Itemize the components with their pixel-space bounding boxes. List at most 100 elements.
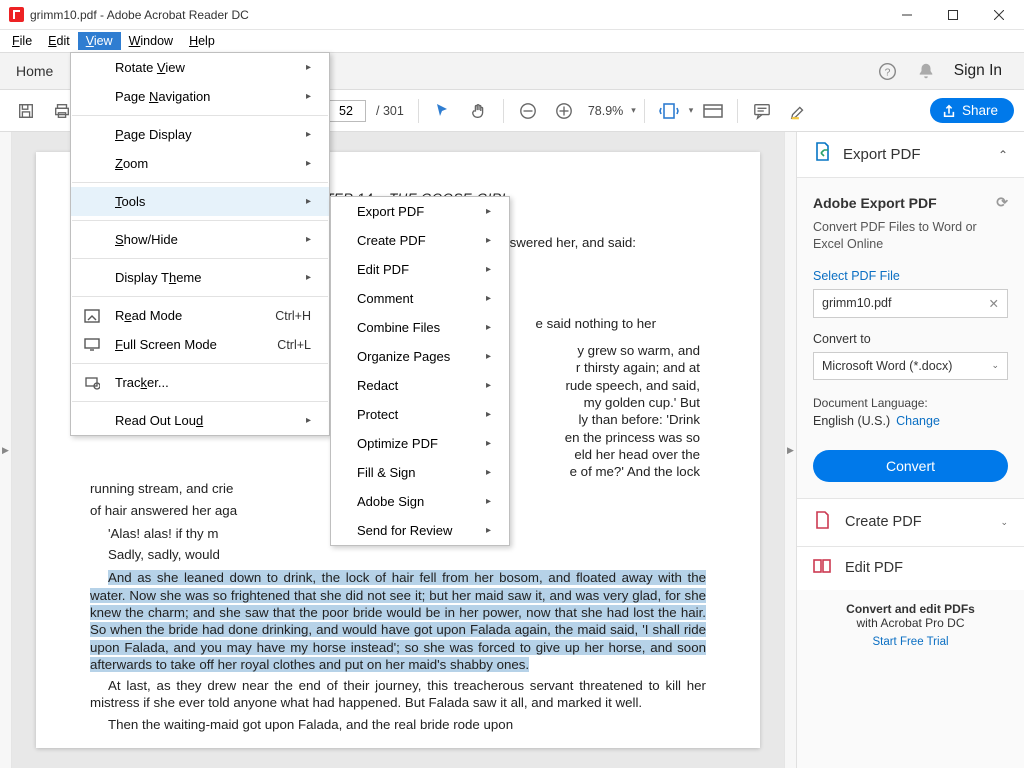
create-pdf-label: Create PDF (845, 514, 1000, 530)
start-free-trial-link[interactable]: Start Free Trial (805, 636, 1016, 648)
doc-language-label: Document Language: (813, 396, 1008, 410)
export-panel-body: Adobe Export PDF ⟳ Convert PDF Files to … (797, 178, 1024, 498)
format-value: Microsoft Word (*.docx) (822, 359, 952, 373)
doc-language-value: English (U.S.)Change (813, 414, 1008, 428)
view-menu-dropdown: Rotate View▸ Page Navigation▸ Page Displ… (70, 52, 330, 436)
submenu-protect[interactable]: Protect▸ (331, 400, 509, 429)
clear-file-icon[interactable]: ✕ (989, 296, 999, 311)
zoom-dropdown-icon[interactable]: ▾ (631, 105, 636, 116)
format-select[interactable]: Microsoft Word (*.docx) ⌄ (813, 352, 1008, 380)
share-label: Share (962, 103, 998, 118)
selected-filename: grimm10.pdf (822, 296, 891, 310)
page-number-input[interactable] (326, 100, 366, 122)
close-button[interactable] (976, 0, 1022, 30)
side-panel-header-export[interactable]: Export PDF ⌃ (797, 132, 1024, 178)
window-title: grimm10.pdf - Adobe Acrobat Reader DC (30, 8, 884, 22)
maximize-button[interactable] (930, 0, 976, 30)
zoom-value: 78.9% (588, 104, 623, 118)
menu-rotate-view[interactable]: Rotate View▸ (71, 53, 329, 82)
submenu-adobe-sign[interactable]: Adobe Sign▸ (331, 487, 509, 516)
footer-line2: with Acrobat Pro DC (805, 616, 1016, 630)
doc-text: Then the waiting-maid got upon Falada, a… (90, 716, 706, 733)
convert-to-label: Convert to (813, 332, 1008, 346)
side-section-edit-pdf[interactable]: Edit PDF (797, 546, 1024, 590)
chevron-down-icon: ⌄ (991, 360, 999, 371)
page-view-icon[interactable] (697, 95, 729, 127)
export-subtitle: Convert PDF Files to Word or Excel Onlin… (813, 219, 1008, 253)
zoom-out-icon[interactable] (512, 95, 544, 127)
create-pdf-icon (813, 511, 831, 534)
tracker-icon (83, 374, 101, 392)
side-footer: Convert and edit PDFs with Acrobat Pro D… (797, 590, 1024, 660)
page-total: / 301 (376, 104, 404, 118)
comment-icon[interactable] (746, 95, 778, 127)
title-bar: grimm10.pdf - Adobe Acrobat Reader DC (0, 0, 1024, 30)
menu-bar: File Edit View Window Help (0, 30, 1024, 52)
selection-tool-icon[interactable] (427, 95, 459, 127)
menu-show-hide[interactable]: Show/Hide▸ (71, 225, 329, 254)
chevron-down-icon: ⌄ (1000, 517, 1008, 528)
export-pdf-icon (813, 142, 831, 167)
select-file-label: Select PDF File (813, 269, 1008, 283)
menu-page-display[interactable]: Page Display▸ (71, 120, 329, 149)
chevron-up-icon: ⌃ (998, 148, 1008, 162)
read-mode-icon (83, 307, 101, 325)
refresh-icon[interactable]: ⟳ (996, 194, 1008, 211)
tab-home[interactable]: Home (0, 53, 69, 89)
submenu-export-pdf[interactable]: Export PDF▸ (331, 197, 509, 226)
help-icon[interactable]: ? (878, 61, 898, 81)
right-gutter[interactable]: ▶ (784, 132, 796, 768)
submenu-send-for-review[interactable]: Send for Review▸ (331, 516, 509, 545)
submenu-fill-sign[interactable]: Fill & Sign▸ (331, 458, 509, 487)
menu-page-navigation[interactable]: Page Navigation▸ (71, 82, 329, 111)
window-controls (884, 0, 1022, 30)
menu-read-out-loud[interactable]: Read Out Loud▸ (71, 406, 329, 435)
doc-text: At last, as they drew near the end of th… (90, 677, 706, 712)
share-button[interactable]: Share (930, 98, 1014, 123)
menu-view[interactable]: View (78, 32, 121, 50)
doc-text-highlighted: And as she leaned down to drink, the loc… (90, 569, 706, 673)
side-panel: Export PDF ⌃ Adobe Export PDF ⟳ Convert … (796, 132, 1024, 768)
menu-display-theme[interactable]: Display Theme▸ (71, 263, 329, 292)
svg-text:?: ? (885, 67, 891, 78)
menu-read-mode[interactable]: Read ModeCtrl+H (71, 301, 329, 330)
highlight-icon[interactable] (782, 95, 814, 127)
doc-text: Sadly, sadly, would (90, 546, 706, 563)
submenu-comment[interactable]: Comment▸ (331, 284, 509, 313)
side-section-create-pdf[interactable]: Create PDF ⌄ (797, 498, 1024, 546)
left-panel-toggle[interactable]: ▶ (0, 132, 12, 768)
save-icon[interactable] (10, 95, 42, 127)
menu-tracker[interactable]: Tracker... (71, 368, 329, 397)
sign-in-link[interactable]: Sign In (954, 62, 1002, 80)
menu-help[interactable]: Help (181, 32, 223, 50)
fit-dropdown-icon[interactable]: ▾ (689, 105, 694, 116)
footer-line1: Convert and edit PDFs (805, 602, 1016, 616)
submenu-combine-files[interactable]: Combine Files▸ (331, 313, 509, 342)
submenu-create-pdf[interactable]: Create PDF▸ (331, 226, 509, 255)
bell-icon[interactable] (916, 61, 936, 81)
submenu-redact[interactable]: Redact▸ (331, 371, 509, 400)
edit-pdf-icon (813, 559, 831, 578)
change-language-link[interactable]: Change (896, 414, 940, 428)
menu-zoom[interactable]: Zoom▸ (71, 149, 329, 178)
selected-file-box[interactable]: grimm10.pdf ✕ (813, 289, 1008, 318)
menu-file[interactable]: File (4, 32, 40, 50)
menu-tools[interactable]: Tools▸ (71, 187, 329, 216)
export-pdf-label: Export PDF (843, 146, 998, 163)
hand-tool-icon[interactable] (463, 95, 495, 127)
menu-window[interactable]: Window (121, 32, 181, 50)
fit-width-icon[interactable] (653, 95, 685, 127)
minimize-button[interactable] (884, 0, 930, 30)
full-screen-icon (83, 336, 101, 354)
edit-pdf-label: Edit PDF (845, 560, 1008, 576)
menu-edit[interactable]: Edit (40, 32, 78, 50)
convert-button[interactable]: Convert (813, 450, 1008, 482)
tools-submenu: Export PDF▸ Create PDF▸ Edit PDF▸ Commen… (330, 196, 510, 546)
export-title: Adobe Export PDF (813, 195, 937, 211)
app-icon (8, 7, 24, 23)
submenu-organize-pages[interactable]: Organize Pages▸ (331, 342, 509, 371)
submenu-optimize-pdf[interactable]: Optimize PDF▸ (331, 429, 509, 458)
submenu-edit-pdf[interactable]: Edit PDF▸ (331, 255, 509, 284)
menu-full-screen[interactable]: Full Screen ModeCtrl+L (71, 330, 329, 359)
zoom-in-icon[interactable] (548, 95, 580, 127)
